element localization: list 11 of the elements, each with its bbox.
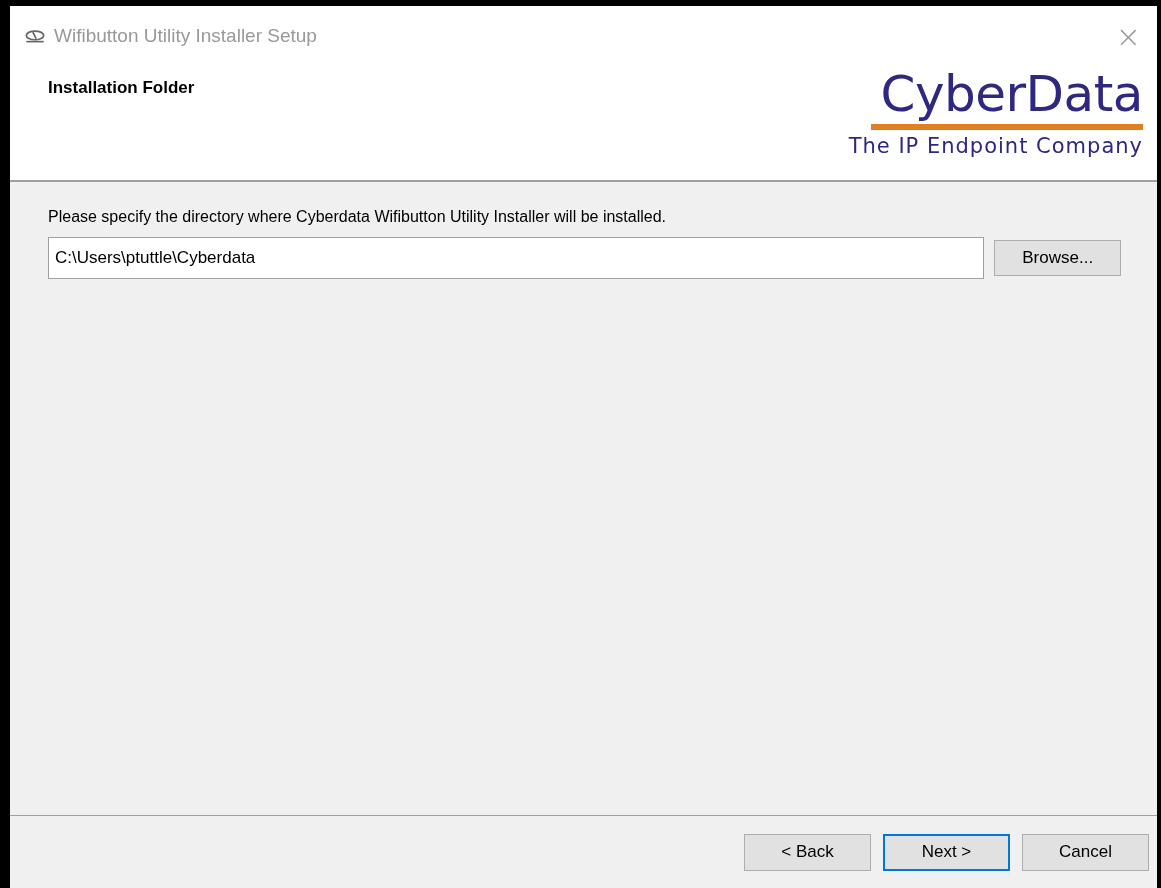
wizard-button[interactable]: Cancel — [1022, 833, 1149, 871]
directory-prompt: Please specify the directory where Cyberdata Wifibutton Utility Installer will be installed. — [48, 208, 668, 226]
path-field[interactable]: C:\Users\ptuttle\Cyberdata — [48, 237, 985, 279]
app-icon — [24, 29, 46, 43]
logo-tagline: The IP Endpoint Company — [848, 134, 1143, 158]
window-title: Wifibutton Utility Installer Setup — [54, 25, 317, 47]
wizard-button[interactable]: < Back — [744, 833, 871, 871]
page-heading: Installation Folder — [48, 78, 195, 99]
browse-button[interactable]: Browse... — [994, 240, 1121, 276]
logo-wordmark: CyberData — [880, 66, 1143, 122]
wizard-button[interactable]: Next > — [883, 833, 1010, 871]
